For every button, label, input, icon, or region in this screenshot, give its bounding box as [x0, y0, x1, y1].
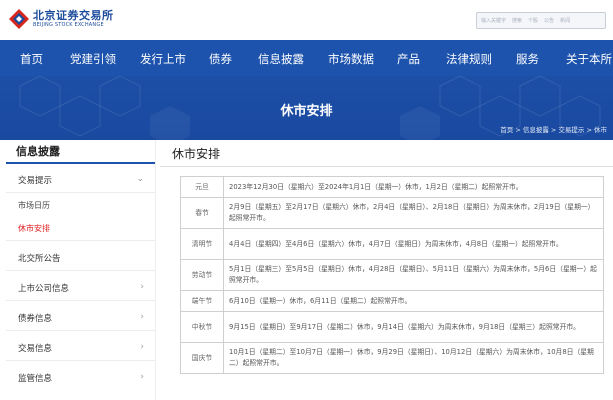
chevron-right-icon: › [140, 372, 144, 382]
chevron-down-icon: ⌄ [136, 174, 144, 184]
divider [6, 270, 156, 271]
table-row: 国庆节 10月1日（星期二）至10月7日（星期一）休市，9月29日（星期日）、1… [180, 342, 604, 374]
nav-item-about[interactable]: 关于本所 [566, 51, 612, 67]
sidebar-item-label: 交易提示 [18, 176, 53, 186]
chevron-right-icon: › [140, 282, 144, 292]
chevron-right-icon: › [140, 312, 144, 322]
sidebar-title: 信息披露 [6, 140, 155, 164]
holiday-table: 元旦 2023年12月30日（星期六）至2024年1月1日（星期一）休市，1月2… [180, 176, 604, 374]
sidebar-item-label: 上市公司信息 [18, 284, 70, 294]
holiday-name: 清明节 [180, 228, 224, 260]
divider [6, 192, 156, 193]
sidebar-item-trading-tips[interactable]: 交易提示 ⌄ [6, 174, 156, 186]
holiday-detail: 6月10日（星期一）休市，6月11日（星期二）起照常开市。 [223, 290, 604, 312]
chevron-right-icon: › [140, 342, 144, 352]
table-row: 端午节 6月10日（星期一）休市，6月11日（星期二）起照常开市。 [180, 290, 604, 312]
bse-logo-icon [8, 8, 30, 30]
sidebar-item-bse-announcements[interactable]: 北交所公告 [6, 252, 156, 264]
search-hint: 公告 [544, 18, 555, 24]
search-hint: 个股 [528, 18, 539, 24]
holiday-name: 中秋节 [180, 311, 224, 343]
divider [6, 360, 156, 361]
nav-item-products[interactable]: 产品 [397, 51, 420, 67]
table-row: 中秋节 9月15日（星期日）至9月17日（星期二）休市，9月14日（星期六）为周… [180, 311, 604, 343]
search-hint: 搜索 [512, 18, 523, 24]
divider [6, 330, 156, 331]
nav-item-market-data[interactable]: 市场数据 [328, 51, 374, 67]
holiday-detail: 10月1日（星期二）至10月7日（星期一）休市，9月29日（星期日）、10月12… [223, 342, 604, 374]
holiday-name: 劳动节 [180, 259, 224, 291]
table-row: 劳动节 5月1日（星期三）至5月5日（星期日）休市，4月28日（星期日）、5月1… [180, 259, 604, 291]
sidebar-item-bond-info[interactable]: 债券信息 › [6, 312, 156, 324]
banner-title: 休市安排 [280, 104, 333, 119]
nav-item-home[interactable]: 首页 [20, 51, 43, 67]
sidebar-item-listed-company-info[interactable]: 上市公司信息 › [6, 282, 156, 294]
sidebar-item-label: 债券信息 [18, 314, 53, 324]
nav-item-listing[interactable]: 发行上市 [140, 51, 186, 67]
holiday-name: 端午节 [180, 290, 224, 312]
sidebar-item-label: 北交所公告 [18, 254, 61, 264]
nav-item-rules[interactable]: 法律规则 [446, 51, 492, 67]
nav-item-disclosure[interactable]: 信息披露 [258, 51, 304, 67]
divider [6, 240, 156, 241]
holiday-name: 元旦 [180, 176, 224, 198]
search-hint: 新闻 [560, 18, 571, 24]
search-input[interactable]: 输入关键字 搜索 个股 公告 新闻 [476, 12, 606, 29]
logo-name-cn: 北京证券交易所 [33, 8, 114, 22]
holiday-name: 国庆节 [180, 342, 224, 374]
sidebar-item-label: 交易信息 [18, 344, 53, 354]
holiday-detail: 4月4日（星期四）至4月6日（星期六）休市，4月7日（星期日）为周末休市，4月8… [223, 228, 604, 260]
holiday-detail: 9月15日（星期日）至9月17日（星期二）休市，9月14日（星期六）为周末休市，… [223, 311, 604, 343]
holiday-detail: 5月1日（星期三）至5月5日（星期日）休市，4月28日（星期日）、5月11日（星… [223, 259, 604, 291]
sidebar: 信息披露 交易提示 ⌄ 市场日历 休市安排 北交所公告 上市公司信息 › 债券信… [6, 140, 156, 400]
holiday-name: 春节 [180, 197, 224, 229]
table-row: 春节 2月9日（星期五）至2月17日（星期六）休市，2月4日（星期日）、2月18… [180, 197, 604, 229]
sidebar-subitem-market-calendar[interactable]: 市场日历 [6, 200, 156, 211]
holiday-detail: 2月9日（星期五）至2月17日（星期六）休市，2月4日（星期日）、2月18日（星… [223, 197, 604, 229]
nav-item-services[interactable]: 服务 [516, 51, 539, 67]
table-row: 元旦 2023年12月30日（星期六）至2024年1月1日（星期一）休市，1月2… [180, 176, 604, 198]
title-divider [160, 166, 613, 167]
nav-item-party[interactable]: 党建引领 [70, 51, 116, 67]
sidebar-item-label: 监管信息 [18, 374, 53, 384]
logo-name-en: BEIJING STOCK EXCHANGE [33, 21, 104, 28]
sidebar-subitem-holiday-schedule[interactable]: 休市安排 [6, 223, 156, 234]
sidebar-item-regulatory-info[interactable]: 监管信息 › [6, 372, 156, 384]
main-nav: 首页 党建引领 发行上市 债券 信息披露 市场数据 产品 法律规则 服务 关于本… [0, 40, 613, 76]
logo[interactable]: 北京证券交易所 BEIJING STOCK EXCHANGE [8, 8, 114, 30]
nav-item-bonds[interactable]: 债券 [209, 51, 232, 67]
page-banner: 休市安排 首页 > 信息披露 > 交易提示 > 休市 [0, 76, 613, 140]
sidebar-item-trading-info[interactable]: 交易信息 › [6, 342, 156, 354]
breadcrumb[interactable]: 首页 > 信息披露 > 交易提示 > 休市 [500, 124, 607, 134]
search-hint: 输入关键字 [481, 18, 507, 24]
divider [6, 300, 156, 301]
page-title: 休市安排 [172, 147, 221, 161]
top-header: 北京证券交易所 BEIJING STOCK EXCHANGE 输入关键字 搜索 … [0, 0, 613, 40]
table-row: 清明节 4月4日（星期四）至4月6日（星期六）休市，4月7日（星期日）为周末休市… [180, 228, 604, 260]
holiday-detail: 2023年12月30日（星期六）至2024年1月1日（星期一）休市，1月2日（星… [223, 176, 604, 198]
